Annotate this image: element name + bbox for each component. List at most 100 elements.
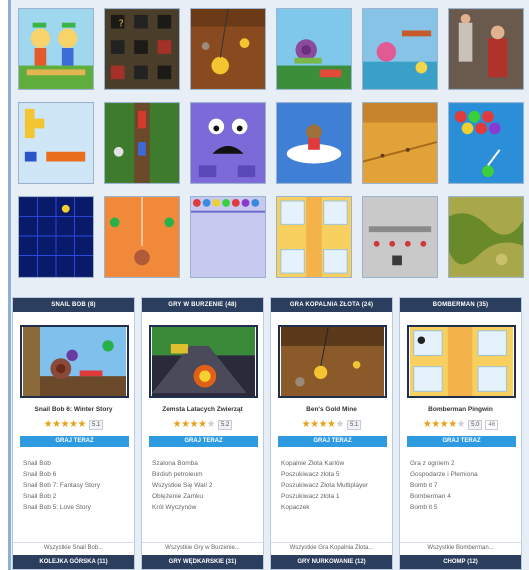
category-header[interactable]: GRY W BURZENIE (48): [142, 298, 263, 312]
category-header[interactable]: GRA KOPALNIA ZŁOTA (24): [271, 298, 392, 312]
camo-map-game-icon: [449, 197, 523, 277]
featured-game-title[interactable]: Snail Bob 6: Winter Story: [13, 406, 134, 415]
snail-level-game-icon: [277, 9, 351, 89]
game-list: Gra z ogniem 2 Gospodarze i Plemiona Bom…: [410, 458, 521, 513]
game-thumbnail-grid: ?: [18, 8, 524, 278]
game-link[interactable]: Snail Bob 2: [23, 491, 134, 502]
next-category-header[interactable]: GRY WĘDKARSKIE (31): [142, 555, 263, 569]
game-link[interactable]: Gospodarze i Plemiona: [410, 469, 521, 480]
featured-game-screenshot[interactable]: [278, 325, 387, 398]
game-link[interactable]: Oblężenie Zamku: [152, 491, 263, 502]
game-link[interactable]: Bomb it 5: [410, 502, 521, 513]
view-all-link[interactable]: Wszystkie Gra Kopalnia Złota...: [271, 542, 392, 553]
game-link[interactable]: Snail Bob 5: Love Story: [23, 502, 134, 513]
thumb-game-2[interactable]: ?: [104, 8, 180, 90]
thumb-game-8[interactable]: [104, 102, 180, 184]
featured-game-title[interactable]: Ben's Gold Mine: [271, 406, 392, 415]
star-rating-icon: ★★★★★: [301, 418, 345, 430]
bomber-arena-game-icon: [363, 197, 437, 277]
play-now-button[interactable]: GRAJ TERAZ: [278, 436, 387, 447]
play-now-button[interactable]: GRAJ TERAZ: [20, 436, 129, 447]
game-link[interactable]: Bomberman 4: [410, 491, 521, 502]
view-all-link[interactable]: Wszystkie Gry w Burzenie...: [142, 542, 263, 553]
play-now-button[interactable]: GRAJ TERAZ: [149, 436, 258, 447]
star-rating-icon: ★★★★★: [422, 418, 466, 430]
thumb-game-6[interactable]: [448, 8, 524, 90]
cloud-rider-game-icon: [277, 103, 351, 183]
next-category-header[interactable]: GRY NURKOWANIE (12): [271, 555, 392, 569]
game-link[interactable]: Gra z ogniem 2: [410, 458, 521, 469]
game-link[interactable]: Bomb it 7: [410, 480, 521, 491]
thumbs-up-count: 46: [485, 419, 499, 430]
game-list: Kopalnie Złota Karlów Poszukiwacz złota …: [281, 458, 392, 513]
bomberman-penguin-screenshot-icon: [409, 327, 514, 396]
game-link[interactable]: Król Wyczynów: [152, 502, 263, 513]
rating-row: ★★★★★ 5.1: [271, 419, 392, 430]
thumb-game-9[interactable]: [190, 102, 266, 184]
purple-face-game-icon: [191, 103, 265, 183]
flying-animals-screenshot-icon: [151, 327, 256, 396]
rating-row: ★★★★★ 5.1: [13, 419, 134, 430]
dark-maze-game-icon: ?: [105, 9, 179, 89]
game-link[interactable]: Kopalnie Złota Karlów: [281, 458, 392, 469]
game-link[interactable]: Snail Bob 6: [23, 469, 134, 480]
view-all-link[interactable]: Wszystkie Bomberman...: [400, 542, 521, 553]
thumb-game-4[interactable]: [276, 8, 352, 90]
thumb-game-16[interactable]: [276, 196, 352, 278]
next-category-header[interactable]: KOLEJKA GÓRSKA (11): [13, 555, 134, 569]
page: ? SNAIL BOB (8) Snail Bob 6: Winter Stor…: [0, 0, 529, 570]
rating-score: 5.0: [468, 419, 483, 430]
orange-sky-game-icon: [105, 197, 179, 277]
featured-game-title[interactable]: Zemsta Latacych Zwierząt: [142, 406, 263, 415]
game-list: Snail Bob Snail Bob 6 Snail Bob 7: Fanta…: [23, 458, 134, 513]
thumb-game-1[interactable]: [18, 8, 94, 90]
category-column-demolition: GRY W BURZENIE (48) Zemsta Latacych Zwie…: [141, 297, 264, 570]
game-link[interactable]: Snail Bob 7: Fantasy Story: [23, 480, 134, 491]
thumb-game-17[interactable]: [362, 196, 438, 278]
bubble-shooter-game-icon: [449, 103, 523, 183]
game-link[interactable]: Poszukiwacz złota 1: [281, 491, 392, 502]
blue-grid-game-icon: [19, 197, 93, 277]
rating-row: ★★★★★ 5.0 46: [400, 419, 521, 430]
game-link[interactable]: Birdish petroleum: [152, 469, 263, 480]
thumb-game-18[interactable]: [448, 196, 524, 278]
game-link[interactable]: Wszystkie Się Walí 2: [152, 480, 263, 491]
thumb-game-14[interactable]: [104, 196, 180, 278]
category-header[interactable]: SNAIL BOB (8): [13, 298, 134, 312]
tetris-blocks-game-icon: [19, 103, 93, 183]
featured-game-screenshot[interactable]: [407, 325, 516, 398]
thumb-game-12[interactable]: [448, 102, 524, 184]
game-link[interactable]: Szalona Bomba: [152, 458, 263, 469]
ice-blocks-game-icon: [277, 197, 351, 277]
rating-row: ★★★★★ 5.2: [142, 419, 263, 430]
snail-bob-screenshot-icon: [22, 327, 127, 396]
game-link[interactable]: Poszukiwacz Złota Multiplayer: [281, 480, 392, 491]
play-now-button[interactable]: GRAJ TERAZ: [407, 436, 516, 447]
game-link[interactable]: Poszukiwacz złota 5: [281, 469, 392, 480]
featured-game-title[interactable]: Bomberman Pingwin: [400, 406, 521, 415]
golden-field-game-icon: [363, 103, 437, 183]
game-link[interactable]: Kopaczek: [281, 502, 392, 513]
thumb-game-10[interactable]: [276, 102, 352, 184]
thumb-game-15[interactable]: [190, 196, 266, 278]
thumb-game-13[interactable]: [18, 196, 94, 278]
gold-mine-game-icon: [191, 9, 265, 89]
featured-game-screenshot[interactable]: [20, 325, 129, 398]
category-header[interactable]: BOMBERMAN (35): [400, 298, 521, 312]
game-link[interactable]: Snail Bob: [23, 458, 134, 469]
thumb-game-11[interactable]: [362, 102, 438, 184]
rating-score: 5.1: [346, 419, 362, 430]
star-rating-icon: ★★★★★: [43, 418, 87, 430]
view-all-link[interactable]: Wszystkie Snail Bob...: [13, 542, 134, 553]
game-list: Szalona Bomba Birdish petroleum Wszystki…: [152, 458, 263, 513]
thumb-game-5[interactable]: [362, 8, 438, 90]
rating-score: 5.2: [217, 419, 233, 430]
rating-score: 5.1: [88, 419, 104, 430]
thumb-game-7[interactable]: [18, 102, 94, 184]
category-columns: SNAIL BOB (8) Snail Bob 6: Winter Story …: [12, 297, 524, 570]
next-category-header[interactable]: CHOMP (12): [400, 555, 521, 569]
svg-text:?: ?: [119, 19, 124, 30]
bubble-wall-game-icon: [191, 197, 265, 277]
featured-game-screenshot[interactable]: [149, 325, 258, 398]
thumb-game-3[interactable]: [190, 8, 266, 90]
